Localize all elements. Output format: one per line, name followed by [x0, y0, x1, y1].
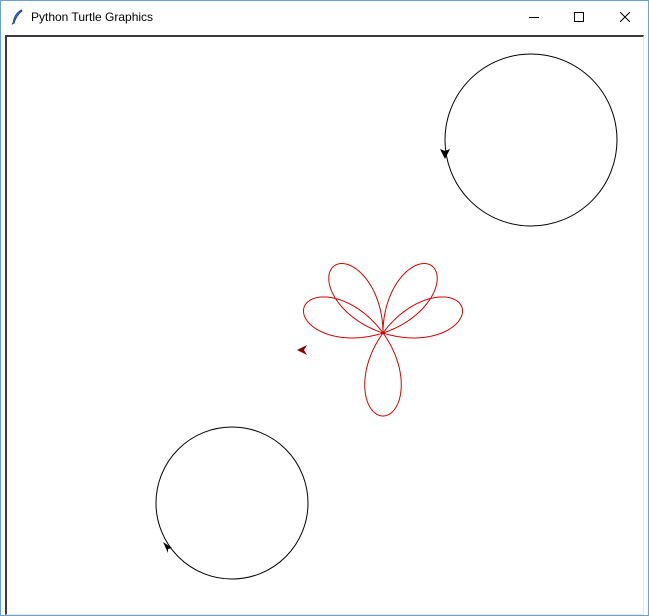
drawing-surface	[155, 53, 618, 580]
turtle-arrow-top-right	[440, 149, 450, 159]
window-title: Python Turtle Graphics	[31, 10, 154, 24]
close-button[interactable]	[602, 1, 648, 32]
circle-top-right	[444, 53, 618, 227]
feather-icon	[11, 9, 23, 25]
turtle-window: Python Turtle Graphics	[0, 0, 649, 616]
minimize-button[interactable]	[511, 1, 557, 32]
maximize-button[interactable]	[556, 1, 602, 32]
rose-curve	[302, 263, 464, 417]
title-bar[interactable]: Python Turtle Graphics	[1, 1, 648, 32]
circle-bottom-left	[155, 426, 309, 580]
turtle-canvas[interactable]	[5, 35, 644, 615]
turtle-arrow-rose	[297, 345, 307, 355]
close-icon	[620, 11, 630, 22]
minimize-icon	[529, 16, 539, 18]
maximize-icon	[574, 11, 584, 22]
